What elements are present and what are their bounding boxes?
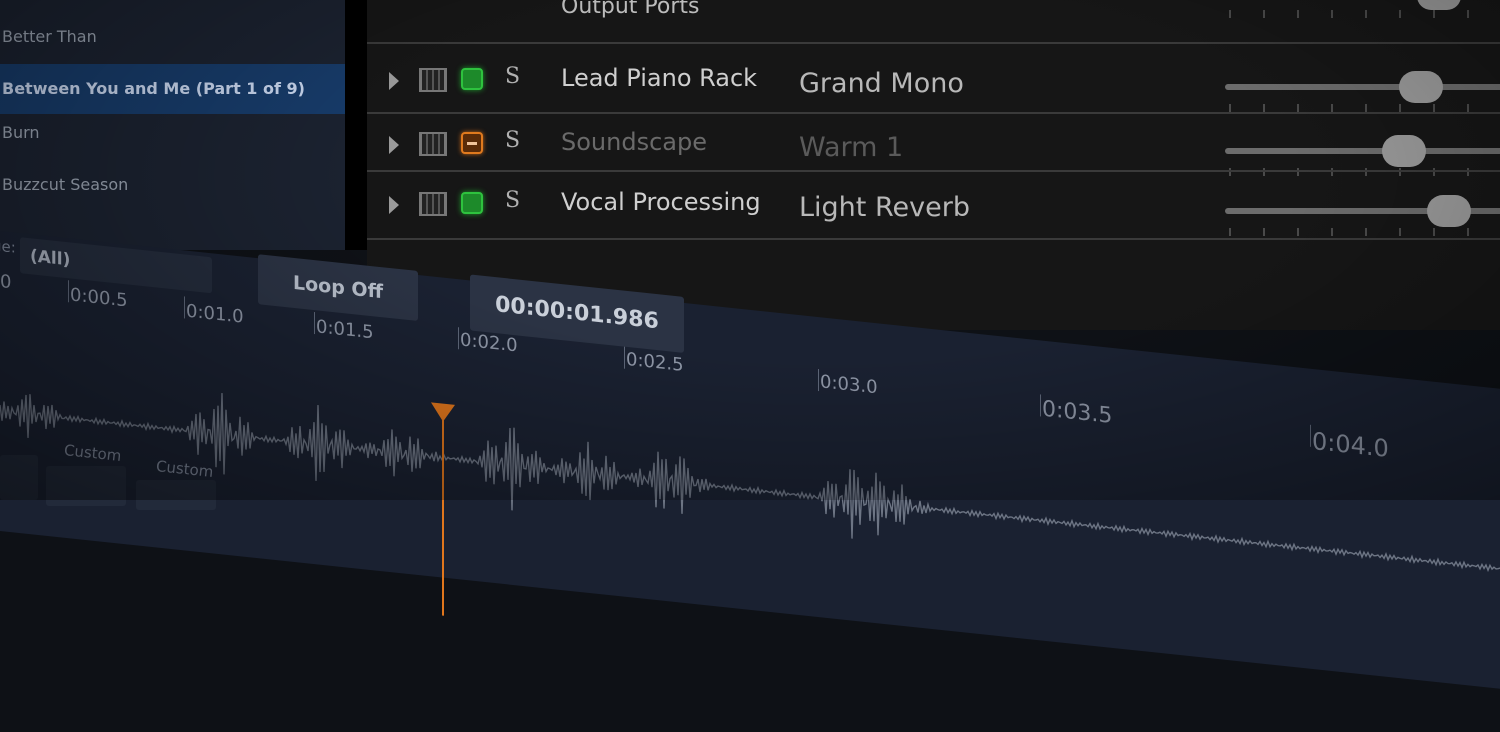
row-divider xyxy=(367,170,1500,172)
tick-mark xyxy=(1310,424,1311,447)
volume-slider[interactable] xyxy=(1225,195,1500,227)
tick-mark xyxy=(458,327,459,350)
song-item[interactable]: Better Than xyxy=(0,12,345,62)
solo-button[interactable]: S xyxy=(505,64,520,89)
track-active-led[interactable] xyxy=(461,192,483,214)
pad-button[interactable] xyxy=(0,455,38,500)
time-tick-label: 0:03.0 xyxy=(820,371,878,399)
pad-button[interactable] xyxy=(136,480,216,510)
time-tick-label: 0:00.5 xyxy=(70,284,128,312)
rack-name: Vocal Processing xyxy=(561,188,761,216)
time-tick-label: 0:01.0 xyxy=(186,300,244,328)
audio-waveform xyxy=(0,392,1500,577)
time-tick-label: 0:01.5 xyxy=(316,316,374,344)
song-list: Better Than Between You and Me (Part 1 o… xyxy=(0,0,345,250)
volume-slider[interactable] xyxy=(1225,135,1500,167)
slider-ticks xyxy=(1229,228,1499,236)
preset-name[interactable]: Grand Mono xyxy=(799,68,964,99)
track-bypass-led[interactable] xyxy=(461,132,483,154)
tick-mark xyxy=(818,369,819,392)
rack-name: Lead Piano Rack xyxy=(561,64,758,92)
time-tick-label: 0:03.5 xyxy=(1042,396,1113,429)
time-tick-label: 0:02.5 xyxy=(626,348,684,376)
volume-slider-knob[interactable] xyxy=(1399,71,1443,103)
output-ports-header: Output Ports xyxy=(561,0,700,19)
film-strip-icon[interactable] xyxy=(419,192,447,216)
playhead-line xyxy=(442,415,444,616)
song-item-selected[interactable]: Between You and Me (Part 1 of 9) xyxy=(0,64,345,114)
expand-triangle-icon[interactable] xyxy=(389,196,399,214)
solo-button[interactable]: S xyxy=(505,188,520,213)
preset-name[interactable]: Warm 1 xyxy=(799,132,903,163)
panel-divider xyxy=(345,0,367,250)
time-tick-label: 0:04.0 xyxy=(1312,426,1389,464)
tick-mark xyxy=(314,312,315,335)
row-divider xyxy=(367,238,1500,240)
pad-button[interactable] xyxy=(46,466,126,506)
film-strip-icon[interactable] xyxy=(419,68,447,92)
row-divider xyxy=(367,42,1500,44)
track-row[interactable]: S Soundscape Warm 1 xyxy=(367,114,1500,176)
track-active-led[interactable] xyxy=(461,68,483,90)
volume-slider[interactable] xyxy=(1225,71,1500,103)
volume-slider-knob[interactable] xyxy=(1382,135,1427,167)
film-strip-icon[interactable] xyxy=(419,132,447,156)
rack-name: Soundscape xyxy=(561,128,707,156)
song-item[interactable]: Burn xyxy=(0,108,345,158)
solo-button[interactable]: S xyxy=(505,128,520,153)
time-tick-label: 0 xyxy=(0,271,12,294)
track-row[interactable]: S Lead Piano Rack Grand Mono xyxy=(367,50,1500,112)
tick-mark xyxy=(1040,394,1041,417)
slider-ticks xyxy=(1229,104,1499,112)
tick-mark xyxy=(68,280,69,303)
preset-name[interactable]: Light Reverb xyxy=(799,192,970,223)
song-item[interactable]: Buzzcut Season xyxy=(0,160,345,210)
slider-ticks xyxy=(1229,10,1499,18)
expand-triangle-icon[interactable] xyxy=(389,72,399,90)
tick-mark xyxy=(624,346,625,369)
tick-mark xyxy=(184,296,185,319)
filter-label: ge: xyxy=(0,236,16,257)
volume-slider-knob[interactable] xyxy=(1427,195,1471,227)
output-slider-knob[interactable] xyxy=(1417,0,1461,10)
track-row[interactable]: S Vocal Processing Light Reverb xyxy=(367,174,1500,236)
expand-triangle-icon[interactable] xyxy=(389,136,399,154)
